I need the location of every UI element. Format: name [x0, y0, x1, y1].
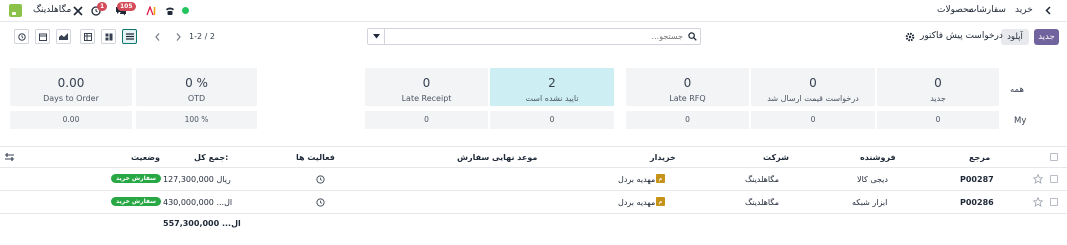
kpi-otd: 0 % OTD [136, 68, 257, 106]
row-checkbox[interactable] [1050, 198, 1058, 206]
cell-total: 430,000,000 ...ال [163, 198, 233, 207]
table-icon [83, 32, 92, 41]
row-divider [0, 213, 1067, 214]
my-rfq-sent-value[interactable]: 0 [751, 111, 875, 129]
view-title: درخواست پیش فاکتور [920, 31, 1003, 41]
avatar: م [656, 197, 665, 206]
dashboard-row-my-label: My [1014, 116, 1027, 126]
my-otd-value: 100 % [136, 111, 257, 129]
calendar-icon [38, 33, 47, 41]
avatar: م [656, 174, 665, 183]
tools-icon[interactable] [72, 5, 83, 16]
clock-icon [17, 32, 26, 41]
phone-icon[interactable] [164, 5, 175, 16]
table-header: مرجع فروشنده شرکت خریدار موعد نهایی سفار… [0, 147, 1067, 167]
header-status[interactable]: وضعیت [131, 153, 160, 162]
cell-vendor: دیجی کالا [857, 175, 888, 184]
status-badge: سفارش خرید [111, 174, 162, 183]
cell-ref: P00287 [960, 175, 994, 184]
card-draft[interactable]: 0 جدید [877, 68, 999, 106]
activity-count-badge: 1 [97, 2, 108, 11]
my-late-receipt-value[interactable]: 0 [365, 111, 488, 129]
card-late-rfq[interactable]: 0 Late RFQ [626, 68, 749, 106]
cell-company: مگاهلدینگ [745, 175, 780, 184]
dashboard-row-all-label: همه [1010, 85, 1024, 95]
card-late-receipt[interactable]: 0 Late Receipt [365, 68, 488, 106]
cell-total: 127,300,000 ریال [163, 175, 231, 184]
cell-vendor: ابزار شبکه [852, 198, 888, 207]
activity-view-button[interactable] [14, 29, 29, 44]
card-not-confirmed[interactable]: 2 تایید نشده است [490, 68, 614, 106]
status-dot-icon [182, 7, 189, 14]
search-icon[interactable] [687, 31, 698, 42]
gear-icon[interactable] [904, 31, 915, 42]
table-row[interactable]: P00286 ابزار شبکه مگاهلدینگ مهدیه بردل م… [0, 191, 1067, 213]
settings-adjust-icon[interactable] [4, 152, 14, 162]
upload-button[interactable]: آپلود [1001, 29, 1029, 45]
chevron-left-icon[interactable] [1043, 5, 1053, 16]
cell-buyer: مهدیه بردل [618, 198, 656, 207]
kanban-icon [105, 33, 113, 41]
list-icon [125, 33, 134, 40]
company-logo[interactable] [9, 4, 22, 17]
pager-value[interactable]: 1-2 / 2 [189, 32, 215, 41]
activity-clock-icon[interactable] [315, 174, 326, 185]
ai-icon[interactable] [145, 5, 157, 16]
header-ref[interactable]: مرجع [969, 153, 990, 162]
star-icon[interactable] [1032, 173, 1043, 184]
cell-ref: P00286 [960, 198, 994, 207]
new-button[interactable]: جدید [1034, 29, 1059, 45]
pager-prev-icon[interactable] [153, 31, 162, 42]
select-all-checkbox[interactable] [1050, 153, 1058, 161]
menu-products[interactable]: محصولات [937, 5, 974, 15]
header-company[interactable]: شرکت [763, 153, 789, 162]
star-icon[interactable] [1032, 196, 1043, 207]
search-bar [367, 28, 701, 45]
app-title[interactable]: خرید [1015, 5, 1033, 15]
grand-total: 557,300,000 ...ال [163, 219, 241, 228]
card-rfq-sent[interactable]: 0 درخواست قیمت ارسال شد [751, 68, 875, 106]
pivot-view-button[interactable] [80, 29, 95, 44]
cell-buyer: مهدیه بردل [618, 175, 656, 184]
kpi-days-to-order: 0.00 Days to Order [10, 68, 132, 106]
my-draft-value[interactable]: 0 [877, 111, 999, 129]
header-vendor[interactable]: فروشنده [860, 153, 896, 162]
kanban-view-button[interactable] [101, 29, 116, 44]
company-switcher[interactable]: مگاهلدینگ [33, 5, 71, 15]
list-view-button[interactable] [122, 29, 137, 44]
my-days-to-order-value: 0.00 [10, 111, 132, 129]
header-buyer[interactable]: خریدار [650, 153, 676, 162]
search-input[interactable] [388, 30, 683, 43]
pager-next-icon[interactable] [174, 31, 183, 42]
activity-clock-icon[interactable] [315, 197, 326, 208]
table-row[interactable]: P00287 دیجی کالا مگاهلدینگ مهدیه بردل م … [0, 168, 1067, 190]
caret-down-icon[interactable] [368, 29, 385, 44]
area-chart-icon [59, 33, 68, 40]
header-total[interactable]: جمع کل: [194, 153, 228, 162]
my-not-confirmed-value[interactable]: 0 [490, 111, 614, 129]
my-late-rfq-value[interactable]: 0 [626, 111, 749, 129]
cell-company: مگاهلدینگ [745, 198, 780, 207]
row-checkbox[interactable] [1050, 175, 1058, 183]
status-badge: سفارش خرید [111, 197, 162, 206]
top-navbar: مگاهلدینگ 1 105 خرید سفارشات محصولات [0, 0, 1067, 22]
header-activities[interactable]: فعالیت ها [296, 153, 335, 162]
calendar-view-button[interactable] [35, 29, 50, 44]
graph-view-button[interactable] [56, 29, 71, 44]
message-count-badge: 105 [117, 2, 136, 11]
header-deadline[interactable]: موعد نهایی سفارش [457, 153, 537, 162]
